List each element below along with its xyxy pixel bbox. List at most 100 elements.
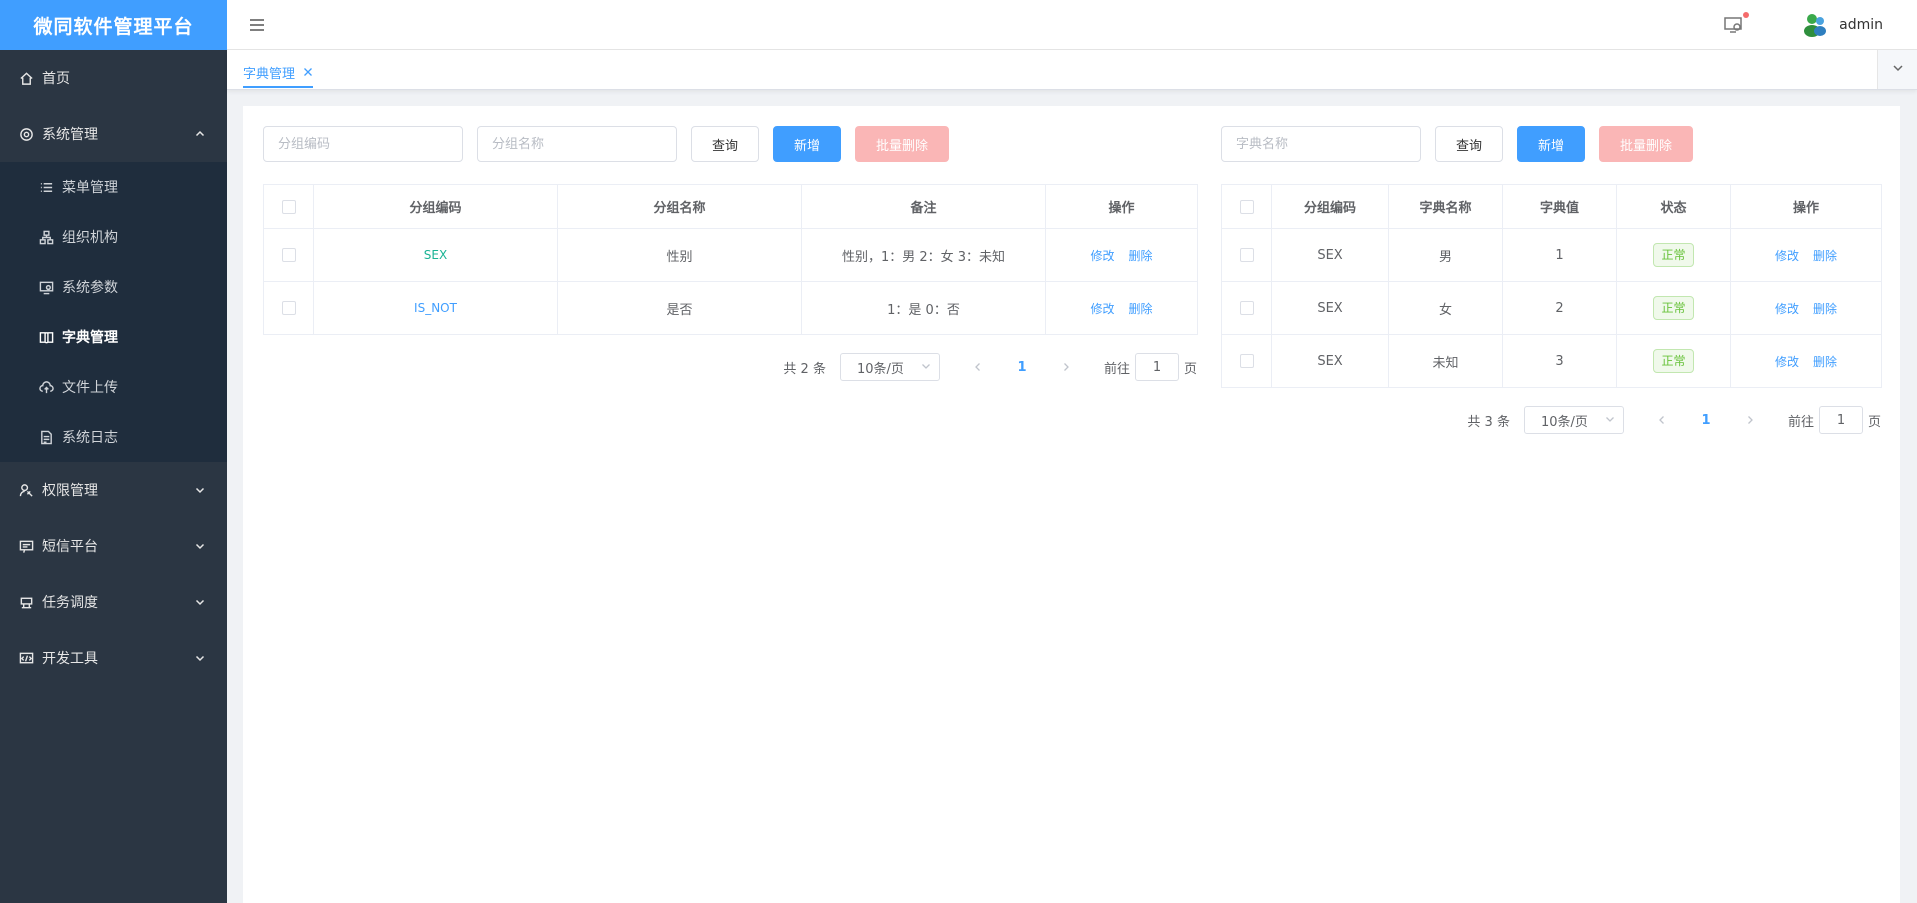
dictionary-name-input[interactable] — [1221, 126, 1421, 162]
status-badge: 正常 — [1653, 349, 1694, 373]
sidebar-item-label: 菜单管理 — [62, 180, 118, 196]
sidebar-item-permission[interactable]: 权限管理 — [0, 462, 227, 518]
sidebar-item-label: 文件上传 — [62, 380, 118, 396]
edit-link[interactable]: 修改 — [1775, 249, 1799, 263]
chevron-right-icon — [1064, 363, 1069, 371]
chevron-right-icon — [1748, 416, 1753, 424]
dict-name-cell: 男 — [1388, 228, 1503, 282]
table-row[interactable]: SEX 性别 性别，1：男 2：女 3：未知 修改 删除 — [263, 228, 1198, 282]
goto-page-input[interactable] — [1134, 353, 1179, 381]
row-checkbox[interactable] — [281, 248, 296, 262]
brand-title: 微同软件管理平台 — [0, 0, 227, 50]
current-page[interactable]: 1 — [1012, 360, 1032, 375]
current-page[interactable]: 1 — [1696, 413, 1716, 428]
dictionary-query-button[interactable]: 查询 — [1435, 126, 1504, 162]
table-row[interactable]: SEX 未知 3 正常 修改 删除 — [1221, 334, 1882, 388]
sidebar-item-home[interactable]: 首页 — [0, 50, 227, 106]
delete-link[interactable]: 删除 — [1129, 249, 1153, 263]
status-badge: 正常 — [1653, 243, 1694, 267]
book-icon — [38, 329, 54, 345]
column-header: 字典名称 — [1388, 184, 1503, 229]
close-icon[interactable] — [303, 67, 313, 77]
row-checkbox[interactable] — [1239, 301, 1254, 315]
sidebar-item-label: 权限管理 — [42, 483, 98, 499]
notification-icon[interactable] — [1723, 12, 1750, 36]
edit-link[interactable]: 修改 — [1090, 302, 1114, 316]
delete-link[interactable]: 删除 — [1813, 249, 1837, 263]
select-all-cell — [263, 184, 314, 229]
table-row[interactable]: SEX 女 2 正常 修改 删除 — [1221, 281, 1882, 335]
edit-link[interactable]: 修改 — [1090, 249, 1114, 263]
dictionary-panel: 查询 新增 批量删除 分组编码 字典名称 字典值 状态 操作 SEX — [1221, 126, 1882, 434]
chevron-left-icon — [1659, 416, 1664, 424]
group-panel: 查询 新增 批量删除 分组编码 分组名称 备注 操作 SEX 性别 — [263, 126, 1198, 381]
top-header: admin — [227, 0, 1917, 50]
list-icon — [38, 179, 54, 195]
sidebar-item-params[interactable]: 系统参数 — [0, 262, 227, 312]
tags-dropdown-button[interactable] — [1877, 50, 1917, 89]
group-code-link[interactable]: SEX — [424, 248, 447, 262]
sidebar-item-label: 系统日志 — [62, 430, 118, 446]
sidebar-item-label: 组织机构 — [62, 230, 118, 246]
table-row[interactable]: IS_NOT 是否 1：是 0：否 修改 删除 — [263, 281, 1198, 335]
table-row[interactable]: SEX 男 1 正常 修改 删除 — [1221, 228, 1882, 282]
row-checkbox[interactable] — [1239, 248, 1254, 262]
actions-cell: 修改 删除 — [1045, 228, 1198, 282]
notification-dot — [1743, 12, 1750, 18]
sidebar-item-upload[interactable]: 文件上传 — [0, 362, 227, 412]
dictionary-batch-delete-button[interactable]: 批量删除 — [1599, 126, 1694, 162]
next-page-button[interactable] — [1736, 406, 1764, 434]
home-icon — [18, 70, 34, 86]
dictionary-add-button[interactable]: 新增 — [1517, 126, 1586, 162]
prev-page-button[interactable] — [1648, 406, 1676, 434]
group-code-input[interactable] — [263, 126, 463, 162]
sidebar-item-sms[interactable]: 短信平台 — [0, 518, 227, 574]
page-size-select[interactable]: 10条/页 — [1523, 406, 1624, 434]
sidebar-item-dictionary[interactable]: 字典管理 — [0, 312, 227, 362]
sidebar-item-org[interactable]: 组织机构 — [0, 212, 227, 262]
select-all-checkbox[interactable] — [281, 199, 296, 214]
delete-link[interactable]: 删除 — [1813, 355, 1837, 369]
next-page-button[interactable] — [1052, 353, 1080, 381]
row-checkbox[interactable] — [1239, 354, 1254, 368]
select-all-checkbox[interactable] — [1239, 199, 1254, 214]
row-checkbox[interactable] — [281, 301, 296, 315]
column-header: 分组名称 — [557, 184, 802, 229]
sidebar-item-devtools[interactable]: 开发工具 — [0, 630, 227, 686]
edit-link[interactable]: 修改 — [1775, 302, 1799, 316]
group-name-input[interactable] — [477, 126, 677, 162]
tab-dictionary[interactable]: 字典管理 — [243, 58, 314, 88]
sidebar-item-menu-manage[interactable]: 菜单管理 — [0, 162, 227, 212]
group-add-button[interactable]: 新增 — [773, 126, 842, 162]
sidebar-item-task[interactable]: 任务调度 — [0, 574, 227, 630]
org-icon — [38, 229, 54, 245]
sidebar-item-log[interactable]: 系统日志 — [0, 412, 227, 462]
dict-value-cell: 1 — [1502, 228, 1617, 282]
prev-page-button[interactable] — [964, 353, 992, 381]
chevron-up-icon — [195, 129, 205, 139]
status-badge: 正常 — [1653, 296, 1694, 320]
delete-link[interactable]: 删除 — [1129, 302, 1153, 316]
group-code-cell: SEX — [1271, 334, 1389, 388]
group-code-link[interactable]: IS_NOT — [414, 301, 457, 315]
page-size-value: 10条/页 — [856, 361, 904, 377]
page-size-select[interactable]: 10条/页 — [839, 353, 940, 381]
dictionary-table: 分组编码 字典名称 字典值 状态 操作 SEX 男 1 正常 修改 删除 SEX… — [1221, 184, 1882, 388]
username-label[interactable]: admin — [1839, 17, 1883, 33]
delete-link[interactable]: 删除 — [1813, 302, 1837, 316]
dict-value-cell: 3 — [1502, 334, 1617, 388]
edit-link[interactable]: 修改 — [1775, 355, 1799, 369]
group-code-cell: SEX — [1271, 228, 1389, 282]
upload-cloud-icon — [38, 379, 54, 395]
group-code-cell: SEX — [1271, 281, 1389, 335]
hamburger-icon[interactable] — [247, 15, 267, 35]
page-size-value: 10条/页 — [1540, 414, 1588, 430]
group-batch-delete-button[interactable]: 批量删除 — [855, 126, 950, 162]
avatar-icon[interactable] — [1801, 11, 1829, 39]
sidebar-item-system[interactable]: 系统管理 — [0, 106, 227, 162]
sidebar-menu: 首页 系统管理 菜单管理 组织机构 系统参数 字典管理 文件上传 系统日志 权限… — [0, 50, 227, 686]
group-query-button[interactable]: 查询 — [691, 126, 760, 162]
column-header: 状态 — [1616, 184, 1731, 229]
header-right: admin — [1723, 0, 1917, 50]
goto-page-input[interactable] — [1818, 406, 1863, 434]
